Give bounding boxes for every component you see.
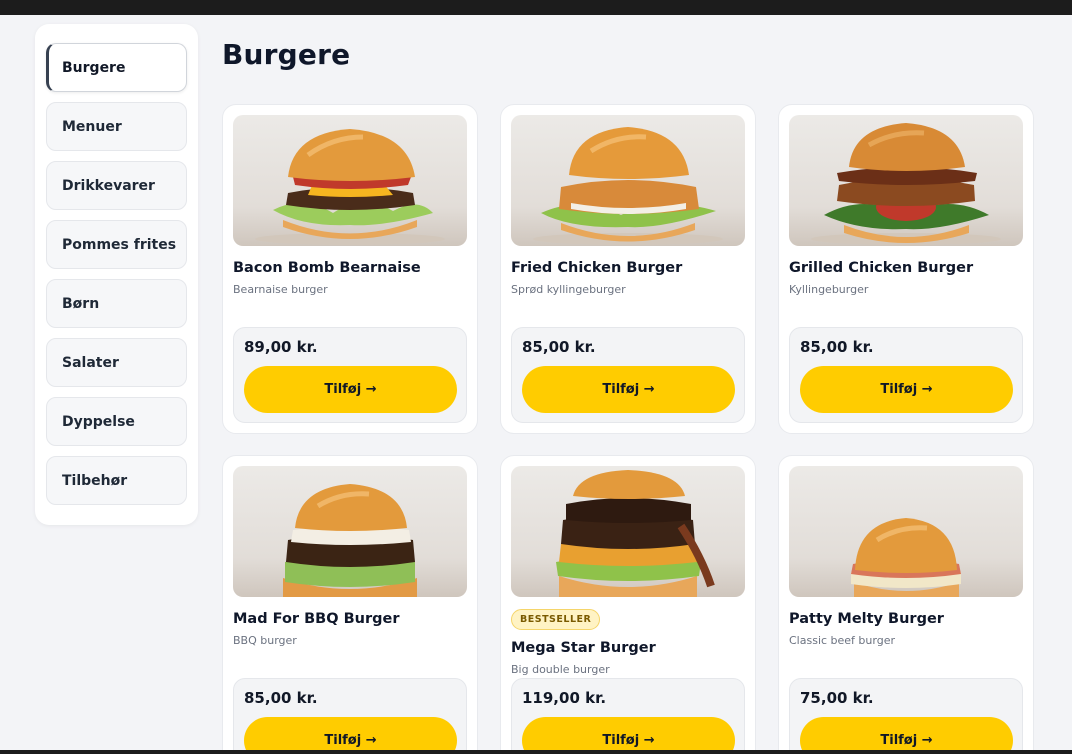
add-to-cart-button[interactable]: Tilføj → [800, 366, 1013, 413]
sidebar-item-label: Børn [62, 295, 100, 312]
burger-image [556, 470, 715, 597]
price-panel: 85,00 kr. Tilføj → [789, 327, 1023, 423]
burger-image [811, 123, 1001, 245]
sidebar-item-dyppelse[interactable]: Dyppelse [46, 397, 187, 446]
burger-image [533, 127, 723, 245]
add-to-cart-button[interactable]: Tilføj → [800, 717, 1013, 754]
page-title: Burgere [222, 38, 351, 71]
product-name: Mad For BBQ Burger [233, 611, 400, 627]
price-panel: 89,00 kr. Tilføj → [233, 327, 467, 423]
price-panel: 75,00 kr. Tilføj → [789, 678, 1023, 754]
product-image [511, 115, 745, 246]
product-description: Kyllingeburger [789, 283, 869, 296]
sidebar-item-label: Salater [62, 354, 119, 371]
sidebar-item-label: Menuer [62, 118, 122, 135]
product-image [233, 466, 467, 597]
sidebar-item-burgere[interactable]: Burgere [46, 43, 187, 92]
sidebar-item-label: Drikkevarer [62, 177, 155, 194]
product-card[interactable]: BESTSELLER Mega Star Burger Big double b… [500, 455, 756, 754]
sidebar-item-salater[interactable]: Salater [46, 338, 187, 387]
bestseller-badge: BESTSELLER [511, 609, 601, 630]
product-price: 75,00 kr. [800, 689, 874, 707]
product-price: 119,00 kr. [522, 689, 607, 707]
product-name: Patty Melty Burger [789, 611, 944, 627]
price-panel: 119,00 kr. Tilføj → [511, 678, 745, 754]
burger-image [283, 484, 417, 597]
product-card[interactable]: Grilled Chicken Burger Kyllingeburger 85… [778, 104, 1034, 434]
product-image [789, 466, 1023, 597]
sidebar-item-label: Tilbehør [62, 472, 128, 489]
price-panel: 85,00 kr. Tilføj → [511, 327, 745, 423]
sidebar-item-menuer[interactable]: Menuer [46, 102, 187, 151]
product-card[interactable]: Bacon Bomb Bearnaise Bearnaise burger 89… [222, 104, 478, 434]
product-image [233, 115, 467, 246]
sidebar-item-label: Pommes frites [62, 236, 177, 253]
browser-bottom-bar [0, 750, 1072, 754]
sidebar-item-tilbehor[interactable]: Tilbehør [46, 456, 187, 505]
add-to-cart-button[interactable]: Tilføj → [244, 717, 457, 754]
sidebar-item-label: Burgere [62, 59, 126, 76]
product-price: 89,00 kr. [244, 338, 318, 356]
burger-image [255, 129, 445, 245]
product-price: 85,00 kr. [244, 689, 318, 707]
product-name: Mega Star Burger [511, 640, 656, 656]
product-description: Bearnaise burger [233, 283, 328, 296]
sidebar-item-pommes-frites[interactable]: Pommes frites [46, 220, 187, 269]
sidebar-item-born[interactable]: Børn [46, 279, 187, 328]
product-name: Bacon Bomb Bearnaise [233, 260, 421, 276]
product-description: Sprød kyllingeburger [511, 283, 626, 296]
price-panel: 85,00 kr. Tilføj → [233, 678, 467, 754]
sidebar-item-drikkevarer[interactable]: Drikkevarer [46, 161, 187, 210]
product-name: Fried Chicken Burger [511, 260, 683, 276]
bestseller-badge-row: BESTSELLER [511, 597, 745, 630]
burger-image [851, 518, 961, 597]
sidebar-item-label: Dyppelse [62, 413, 135, 430]
product-price: 85,00 kr. [522, 338, 596, 356]
product-name: Grilled Chicken Burger [789, 260, 974, 276]
add-to-cart-button[interactable]: Tilføj → [522, 366, 735, 413]
product-image [789, 115, 1023, 246]
product-description: BBQ burger [233, 634, 297, 647]
product-price: 85,00 kr. [800, 338, 874, 356]
product-image [511, 466, 745, 597]
category-sidebar: Burgere Menuer Drikkevarer Pommes frites… [35, 24, 198, 525]
add-to-cart-button[interactable]: Tilføj → [522, 717, 735, 754]
product-card[interactable]: Mad For BBQ Burger BBQ burger 85,00 kr. … [222, 455, 478, 754]
product-card[interactable]: Fried Chicken Burger Sprød kyllingeburge… [500, 104, 756, 434]
add-to-cart-button[interactable]: Tilføj → [244, 366, 457, 413]
product-description: Big double burger [511, 663, 610, 676]
browser-top-bar [0, 0, 1072, 15]
product-card[interactable]: Patty Melty Burger Classic beef burger 7… [778, 455, 1034, 754]
product-description: Classic beef burger [789, 634, 895, 647]
